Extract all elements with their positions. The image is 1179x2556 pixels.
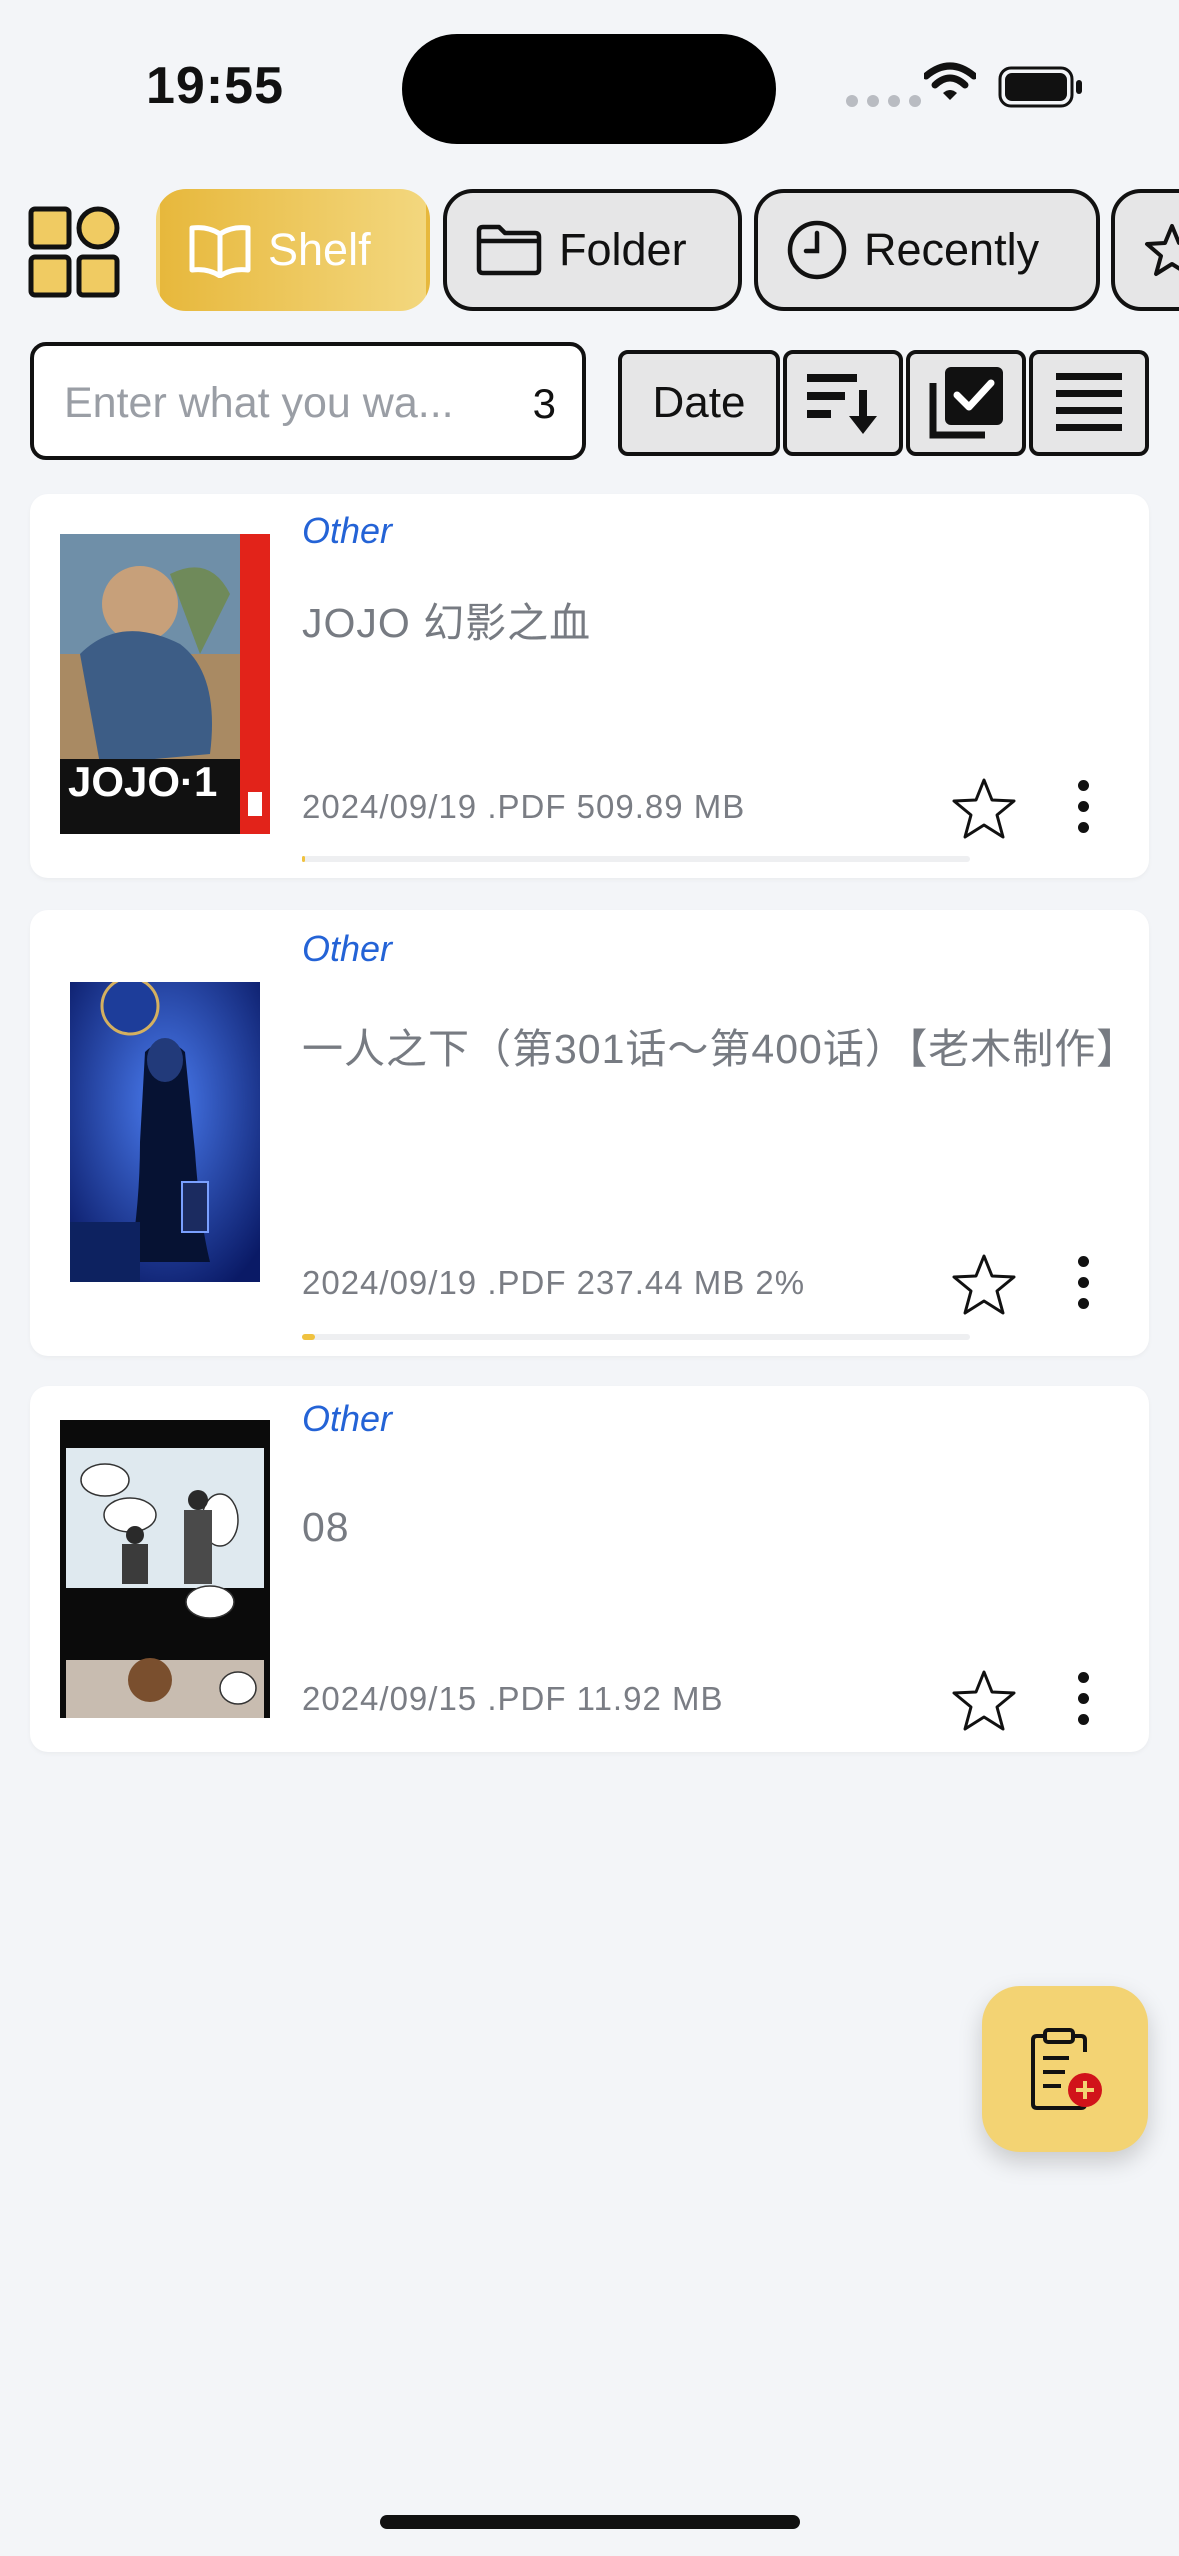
search-input[interactable] xyxy=(62,372,516,434)
wifi-icon xyxy=(924,62,976,100)
book-card[interactable]: Other 一人之下（第301话～第400话）【老木制作】 2024/09/19… xyxy=(30,910,1149,1356)
clock-icon xyxy=(787,220,847,280)
cellular-signal-icon xyxy=(846,95,921,107)
result-count: 3 xyxy=(532,380,556,427)
more-options-icon[interactable] xyxy=(1073,780,1093,836)
list-view-button[interactable] xyxy=(1029,350,1149,456)
tab-label: Shelf xyxy=(268,224,371,275)
grid-view-icon[interactable] xyxy=(28,206,120,298)
favorite-star-icon[interactable] xyxy=(950,1252,1018,1318)
folder-icon xyxy=(476,224,542,276)
star-icon xyxy=(1145,224,1179,276)
tab-folder[interactable]: Folder xyxy=(443,189,742,311)
book-meta: 2024/09/15 .PDF 11.92 MB xyxy=(302,1680,724,1717)
book-title: 08 xyxy=(302,1504,350,1550)
home-indicator xyxy=(380,2515,800,2529)
tab-recently[interactable]: Recently xyxy=(754,189,1100,311)
book-cover: JOJO·1 xyxy=(60,534,270,834)
status-time: 19:55 xyxy=(146,57,284,115)
book-card[interactable]: JOJO·1 Other JOJO 幻影之血 2024/09/19 .PDF 5… xyxy=(30,494,1149,878)
book-meta: 2024/09/19 .PDF 237.44 MB 2% xyxy=(302,1264,806,1301)
sort-descending-icon xyxy=(807,374,877,434)
book-cover xyxy=(60,1420,270,1718)
favorite-star-icon[interactable] xyxy=(950,776,1018,842)
sort-order-button[interactable] xyxy=(783,350,903,456)
book-cover xyxy=(70,982,260,1282)
add-document-icon xyxy=(1031,2028,1102,2110)
tab-label: Folder xyxy=(559,224,687,275)
multi-select-icon xyxy=(929,367,1003,439)
search-box: 3 xyxy=(30,342,586,460)
book-icon xyxy=(189,225,251,278)
book-title: JOJO 幻影之血 xyxy=(302,600,592,646)
book-category: Other xyxy=(302,1398,393,1439)
more-options-icon[interactable] xyxy=(1073,1672,1093,1728)
svg-text:JOJO·1: JOJO·1 xyxy=(68,758,217,805)
sort-field-label: Date xyxy=(652,378,746,427)
book-meta: 2024/09/19 .PDF 509.89 MB xyxy=(302,788,746,825)
select-mode-button[interactable] xyxy=(906,350,1026,456)
battery-icon xyxy=(998,66,1082,108)
tab-favorites[interactable] xyxy=(1111,189,1179,311)
tab-label: Recently xyxy=(864,224,1040,275)
book-title: 一人之下（第301话～第400话）【老木制作】 xyxy=(302,1026,1139,1072)
more-options-icon[interactable] xyxy=(1073,1256,1093,1312)
book-category: Other xyxy=(302,510,393,551)
add-document-button[interactable] xyxy=(982,1986,1148,2152)
reading-progress-bar xyxy=(302,1334,970,1340)
list-icon xyxy=(1056,373,1122,431)
book-category: Other xyxy=(302,928,393,969)
book-card[interactable]: Other 08 2024/09/15 .PDF 11.92 MB xyxy=(30,1386,1149,1752)
reading-progress-bar xyxy=(302,856,970,862)
sort-field-button[interactable]: Date xyxy=(618,350,780,456)
favorite-star-icon[interactable] xyxy=(950,1668,1018,1734)
dynamic-island xyxy=(402,34,776,144)
tab-shelf[interactable]: Shelf xyxy=(156,189,430,311)
